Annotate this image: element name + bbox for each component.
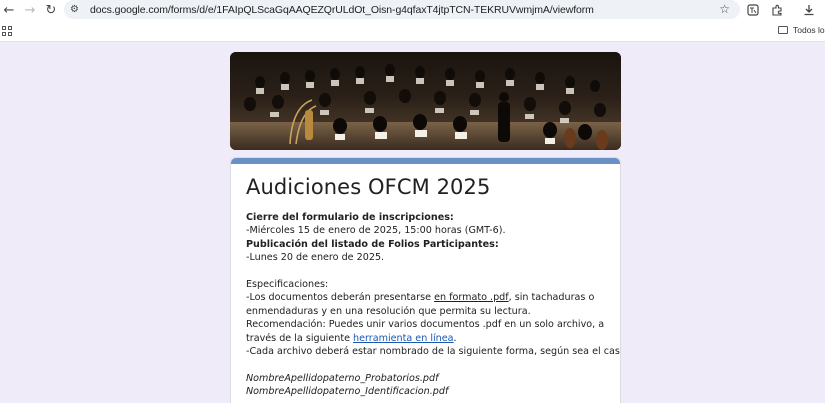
filename-probatorios: NombreApellidopaterno_Probatorios.pdf — [246, 372, 439, 384]
browser-toolbar: ← → ↻ ⚙ docs.google.com/forms/d/e/1FAIpQ… — [0, 0, 825, 20]
bookmark-star-icon[interactable]: ☆ — [719, 2, 730, 16]
bookmarks-bar: Todos los — [0, 20, 825, 42]
publicacion-heading: Publicación del listado de Folios Partic… — [246, 238, 499, 250]
herramienta-link[interactable]: herramienta en línea — [353, 333, 454, 344]
cierre-heading: Cierre del formulario de inscripciones: — [246, 212, 454, 223]
form-description: Cierre del formulario de inscripciones: … — [246, 211, 621, 399]
address-bar[interactable]: ⚙ docs.google.com/forms/d/e/1FAIpQLScaGq… — [64, 0, 740, 19]
docs-text: -Los documentos deberán presentarse — [246, 292, 435, 304]
docs-text-end: , sin tachaduras o — [508, 292, 595, 304]
cierre-date: -Miércoles 15 de enero de 2025, 15:00 ho… — [246, 225, 506, 237]
cada-archivo-line: -Cada archivo deberá estar nombrado de l… — [246, 346, 621, 358]
pdf-format-text: en formato .pdf — [434, 292, 509, 304]
filename-identificacion: NombreApellidopaterno_Identificacion.pdf — [246, 386, 449, 398]
form-title: Audiciones OFCM 2025 — [246, 175, 491, 199]
translate-icon[interactable] — [744, 0, 762, 19]
recom-text: través de la siguiente — [246, 332, 354, 344]
apps-grid-icon[interactable] — [2, 26, 12, 36]
folder-icon — [778, 26, 788, 34]
docs-line-2: enmendaduras y en una resolución que per… — [246, 305, 531, 317]
url-text[interactable]: docs.google.com/forms/d/e/1FAIpQLScaGqAA… — [90, 4, 594, 16]
site-info-icon[interactable]: ⚙ — [70, 4, 86, 15]
download-icon[interactable] — [800, 0, 818, 19]
header-image — [230, 52, 621, 150]
reload-icon[interactable]: ↻ — [42, 1, 60, 19]
forward-arrow-icon[interactable]: → — [21, 1, 39, 19]
publicacion-date: -Lunes 20 de enero de 2025. — [246, 252, 385, 264]
all-bookmarks-button[interactable]: Todos los — [778, 25, 825, 35]
recomendacion-line: Recomendación: Puedes unir varios docume… — [246, 319, 605, 331]
form-header-card: Audiciones OFCM 2025 Cierre del formular… — [230, 157, 621, 403]
recom-period: . — [453, 332, 457, 344]
back-arrow-icon[interactable]: ← — [0, 1, 18, 19]
especificaciones-label: Especificaciones: — [246, 279, 329, 291]
extensions-icon[interactable] — [768, 0, 786, 19]
all-bookmarks-label: Todos los — [793, 25, 825, 35]
